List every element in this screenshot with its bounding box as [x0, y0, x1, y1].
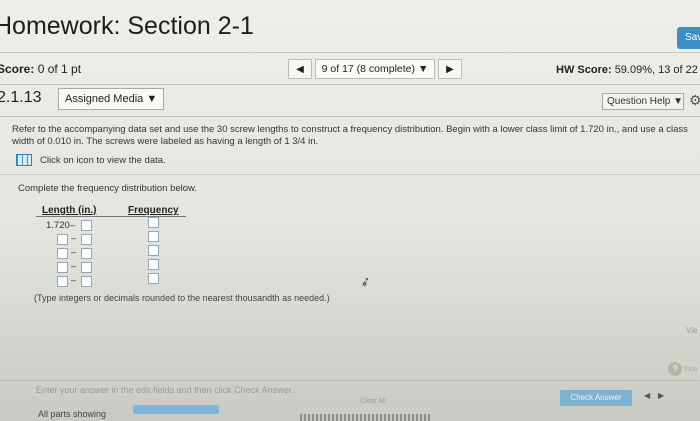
parts-showing-text: All parts showing: [38, 409, 107, 419]
table-header-rule: [36, 216, 186, 217]
previous-question-button[interactable]: ◀: [288, 59, 312, 79]
lower-limit-input-4[interactable]: [57, 262, 68, 273]
frequency-input-5[interactable]: [148, 273, 159, 284]
hw-score-label: HW Score:: [556, 64, 612, 76]
next-question-button[interactable]: ▶: [438, 59, 462, 79]
frequency-input-1[interactable]: [148, 217, 159, 228]
side-label: Inco: [684, 366, 698, 373]
divider: [0, 174, 700, 175]
next-page-icon[interactable]: ▶: [658, 391, 664, 400]
range-dash: –: [71, 247, 77, 257]
upper-limit-input-4[interactable]: [81, 262, 92, 273]
check-answer-button[interactable]: Check Answer: [560, 390, 632, 406]
gear-icon[interactable]: ⚙: [689, 92, 700, 109]
divider: [0, 380, 700, 381]
clear-all-button[interactable]: Clear All: [360, 398, 386, 405]
answer-format-note: (Type integers or decimals rounded to th…: [34, 293, 330, 303]
mouse-cursor-icon: ➶: [357, 272, 373, 291]
question-number: 2.1.13: [0, 89, 42, 106]
first-lower-limit: 1.720–: [46, 220, 76, 231]
divider: [0, 52, 700, 53]
view-data-link[interactable]: Click on icon to view the data.: [16, 154, 166, 166]
bottom-decorative-strip: [300, 414, 430, 421]
range-dash: –: [71, 233, 77, 243]
question-navigator: ◀ 9 of 17 (8 complete) ▼ ▶: [288, 58, 462, 80]
question-select-dropdown[interactable]: 9 of 17 (8 complete) ▼: [315, 59, 435, 79]
frequency-input-3[interactable]: [148, 245, 159, 256]
save-button[interactable]: Sav: [677, 27, 700, 49]
data-table-icon[interactable]: [16, 154, 32, 166]
lower-limit-input-5[interactable]: [57, 276, 68, 287]
assigned-media-dropdown[interactable]: Assigned Media ▼: [58, 88, 164, 110]
upper-limit-input-5[interactable]: [81, 276, 92, 287]
frequency-input-2[interactable]: [148, 231, 159, 242]
column-header-length: Length (in.): [42, 205, 97, 216]
upper-limit-input-2[interactable]: [81, 234, 92, 245]
instruction-text: Complete the frequency distribution belo…: [18, 183, 198, 194]
hw-score: HW Score: 59.09%, 13 of 22 p: [556, 64, 700, 76]
score-value: 0 of 1 pt: [37, 62, 82, 76]
help-icon[interactable]: ?: [668, 362, 682, 376]
divider: [0, 84, 700, 85]
question-help-dropdown[interactable]: Question Help ▼: [602, 93, 684, 110]
score-label: Score:: [0, 62, 35, 76]
hw-score-value: 59.09%, 13 of 22 p: [614, 64, 700, 76]
progress-bar: [133, 405, 219, 414]
column-header-frequency: Frequency: [128, 205, 179, 216]
question-prompt: Refer to the accompanying data set and u…: [12, 124, 688, 147]
first-lower-value: 1.720: [46, 220, 70, 231]
frequency-input-4[interactable]: [148, 259, 159, 270]
page-title: Homework: Section 2-1: [0, 12, 254, 40]
score-display: Score: 0 of 1 pt: [0, 62, 81, 76]
range-dash: –: [71, 261, 77, 271]
homework-page: Homework: Section 2-1 Sav Score: 0 of 1 …: [0, 0, 700, 421]
lower-limit-input-2[interactable]: [57, 234, 68, 245]
footer-instruction: Enter your answer in the edit fields and…: [36, 385, 294, 395]
range-dash: –: [71, 275, 77, 285]
previous-page-icon[interactable]: ◀: [644, 391, 650, 400]
side-label: Vie: [686, 326, 698, 335]
lower-limit-input-3[interactable]: [57, 248, 68, 259]
divider: [0, 116, 700, 117]
upper-limit-input-3[interactable]: [81, 248, 92, 259]
upper-limit-input-1[interactable]: [81, 220, 92, 231]
view-data-text: Click on icon to view the data.: [40, 154, 166, 166]
